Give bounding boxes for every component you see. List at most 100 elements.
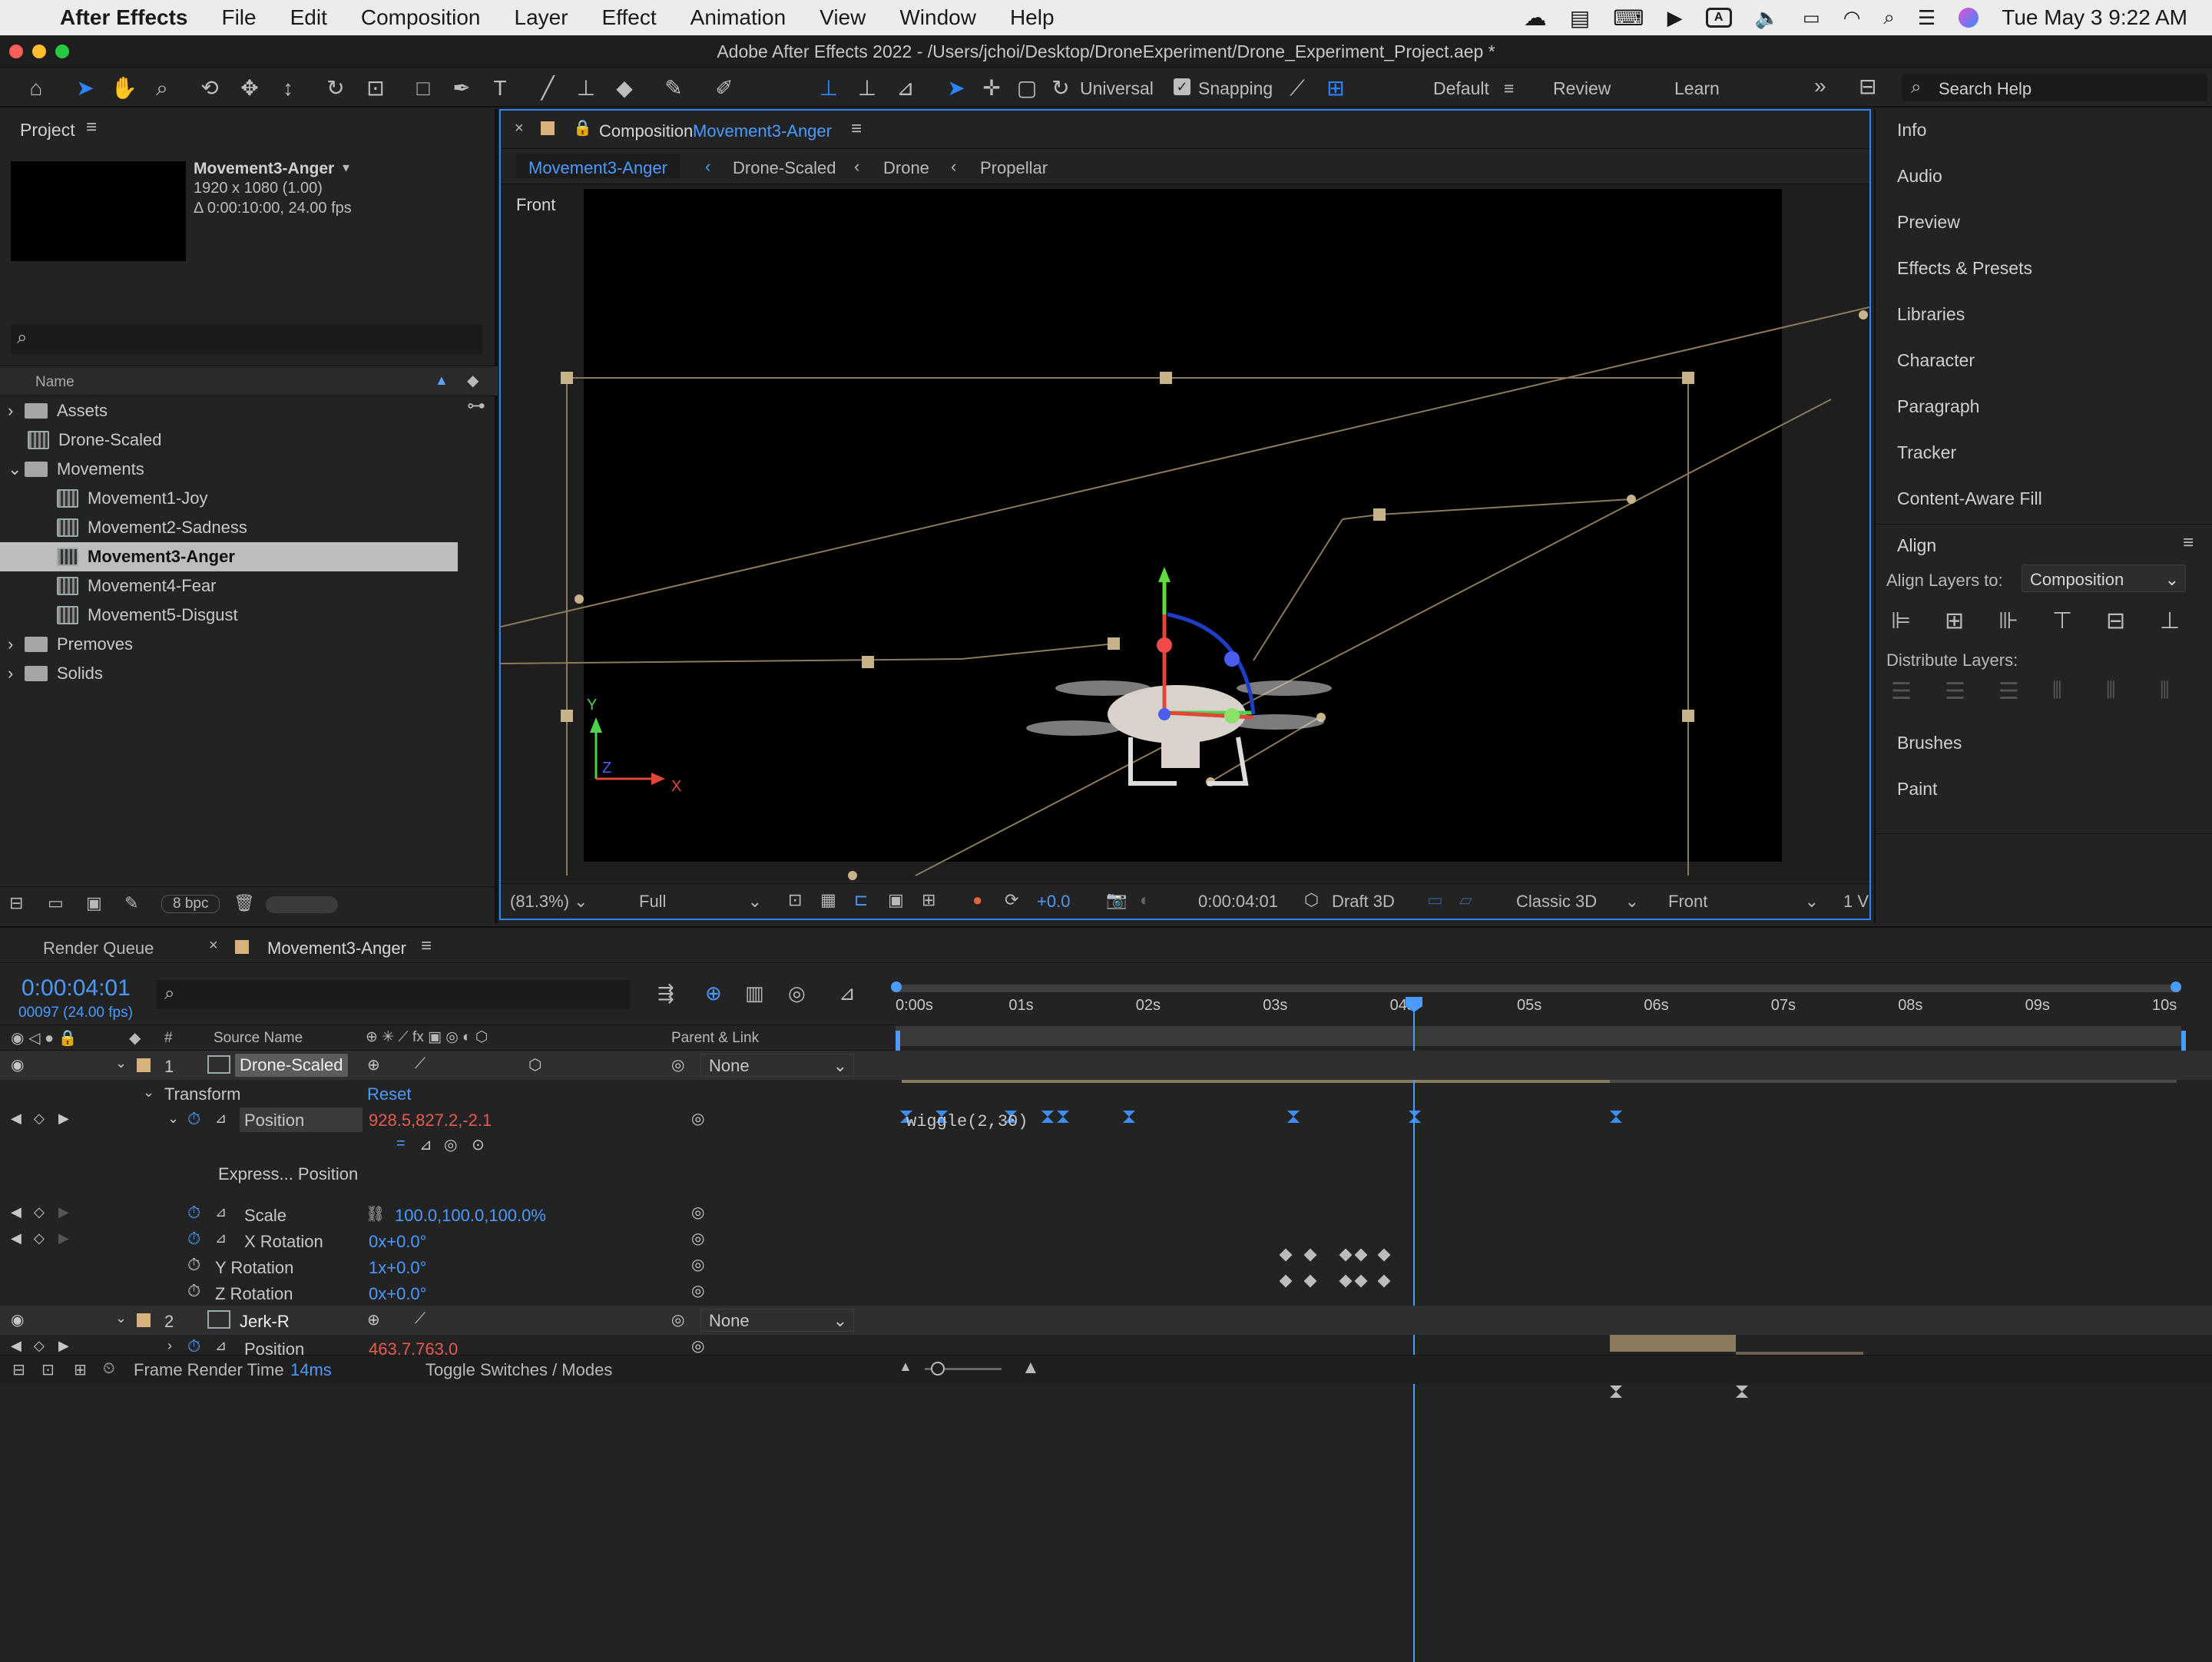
rectangle-tool-icon[interactable]: □ [410,75,436,101]
scale-value[interactable]: 100.0,100.0,100.0% [395,1206,546,1226]
workspace-default[interactable]: Default [1433,78,1489,99]
expand-position-icon[interactable]: › [167,1338,172,1354]
home-icon[interactable]: ⌂ [23,75,49,101]
current-time-display[interactable]: 0:00:04:01 [1198,892,1278,912]
x-rotation-value[interactable]: 0x+0.0° [369,1232,426,1252]
position-pickwhip-icon[interactable]: ◎ [691,1109,704,1128]
position2-keyframe[interactable] [1610,1386,1622,1398]
pan-camera-icon[interactable]: ✥ [237,75,263,101]
stopwatch-icon[interactable]: ⏱ [187,1203,200,1223]
menu-view[interactable]: View [820,5,866,30]
eraser-tool-icon[interactable]: ◆ [611,75,637,101]
zoom-tool-icon[interactable]: ⌕ [149,75,175,101]
project-item[interactable]: › Premoves [0,630,461,659]
selected-item-name[interactable]: Movement3-Anger [194,160,334,178]
name-column-label[interactable]: Name [35,374,75,391]
video-toggle-icon[interactable]: ◉ [11,1310,24,1329]
battery-icon[interactable]: ▭ [1803,7,1820,29]
snap-grid-icon[interactable]: ⊞ [1323,75,1349,101]
menu-edit[interactable]: Edit [290,5,327,30]
y-rotation-value[interactable]: 1x+0.0° [369,1258,426,1278]
menu-animation[interactable]: Animation [690,5,786,30]
new-composition-icon[interactable]: ▣ [86,893,102,913]
workspace-toggle-icon[interactable]: ⊟ [1859,74,1876,99]
transform-group-row[interactable]: ⌄ Transform Reset [0,1080,2212,1106]
graph-toggle-icon[interactable]: ⊿ [215,1230,227,1246]
roto-brush-icon[interactable]: ✎ [661,75,687,101]
panel-tracker[interactable]: Tracker [1897,442,1956,463]
bit-depth-button[interactable]: 8 bpc [161,895,220,913]
pen-tool-icon[interactable]: ✒ [449,75,475,101]
view-dropdown[interactable]: Front ⌄ [1668,892,1819,912]
transform-expand-icon[interactable]: ⌄ [143,1084,154,1101]
control-center-icon[interactable]: ☰ [1918,6,1936,30]
next-keyframe-icon[interactable]: ▶ [58,1204,69,1220]
project-search-input[interactable]: ⌕ [11,324,482,355]
position-label[interactable]: Position [240,1107,363,1132]
panel-character[interactable]: Character [1897,350,1975,371]
snapshot-icon[interactable]: 📷 [1106,890,1127,910]
snapping-checkbox[interactable]: ✓ [1174,78,1190,95]
align-right-icon[interactable]: ⊪ [1998,608,2018,634]
position2-keyframe[interactable] [1736,1386,1748,1398]
mask-visibility-icon[interactable]: ▣ [888,890,904,910]
scale-pickwhip-icon[interactable]: ◎ [691,1203,704,1222]
y-rotation-row[interactable]: ⏱ Y Rotation 1x+0.0° ◎ [0,1253,2212,1280]
reset-transform-button[interactable]: Reset [367,1084,411,1104]
tab-movement3-anger[interactable]: Movement3-Anger [267,939,406,958]
creative-cloud-icon[interactable]: ☁ [1524,5,1547,31]
next-keyframe-icon[interactable]: ▶ [58,1230,69,1246]
z-rotation-pickwhip-icon[interactable]: ◎ [691,1281,704,1300]
video-toggle-icon[interactable]: ◉ [11,1055,24,1074]
timeline-menu-icon[interactable]: ≡ [421,935,432,957]
keyboard-icon[interactable]: ⌨ [1613,5,1644,31]
z-rotation-value[interactable]: 0x+0.0° [369,1284,426,1304]
lock-icon[interactable]: 🔒 [573,118,592,137]
menu-file[interactable]: File [221,5,256,30]
stopwatch-icon[interactable]: ⏱ [187,1255,200,1275]
distribute-top-icon[interactable]: ☰ [1891,678,1912,705]
graph-toggle-icon[interactable]: ⊿ [215,1111,227,1127]
workspace-menu-icon[interactable]: ≡ [1504,78,1514,99]
world-axis-icon[interactable]: ⊥ [854,75,880,101]
composition-menu-icon[interactable]: ≡ [851,118,862,140]
project-settings-icon[interactable]: ✎ [124,893,138,913]
project-item[interactable]: Drone-Scaled [0,425,461,455]
switches-header-icons[interactable]: ⊕ ✳ ⟋ fx ▣ ◎ ◐ ⬡ [366,1028,488,1046]
project-item[interactable]: Movement3-Anger [0,542,458,571]
breadcrumb-item-movement3[interactable]: Movement3-Anger [516,154,680,178]
add-keyframe-icon[interactable]: ◇ [34,1230,45,1246]
collapse-position-icon[interactable]: ⌄ [167,1111,179,1127]
align-to-dropdown[interactable]: Composition ⌄ [2022,564,2186,592]
siri-icon[interactable] [1959,8,1979,28]
breadcrumb-item-drone[interactable]: Drone [883,158,929,178]
work-area-span[interactable] [896,1026,2181,1046]
align-horizontal-center-icon[interactable]: ⊞ [1945,608,1964,634]
project-item[interactable]: Movement1-Joy [0,484,461,513]
distribute-vcenter-icon[interactable]: ☰ [1945,678,1965,705]
parent-dropdown[interactable]: None ⌄ [700,1054,854,1077]
panel-info[interactable]: Info [1897,120,1926,141]
draft-3d-icon[interactable]: ⬡ [1304,890,1319,910]
align-panel-menu-icon[interactable]: ≡ [2183,532,2194,554]
layer-name[interactable]: Drone-Scaled [235,1054,348,1077]
align-bottom-icon[interactable]: ⊥ [2160,608,2180,634]
dolly-camera-icon[interactable]: ↕ [275,75,301,101]
collapse-transform-icon[interactable]: ⊕ [367,1310,380,1329]
menu-window[interactable]: Window [899,5,976,30]
close-tab-icon[interactable]: × [515,120,524,137]
renderer-dropdown[interactable]: Classic 3D ⌄ [1516,892,1639,912]
stopwatch-icon[interactable]: ⏱ [187,1109,200,1129]
next-keyframe-icon[interactable]: ▶ [58,1111,69,1127]
close-timeline-tab-icon[interactable]: × [209,937,218,955]
color-channels-icon[interactable]: ● [972,890,982,910]
stopwatch-icon[interactable]: ⏱ [187,1336,200,1356]
volume-icon[interactable]: 🔈 [1755,6,1780,30]
orbit-camera-icon[interactable]: ⟲ [197,75,223,101]
disclosure-triangle-icon[interactable]: › [8,401,25,421]
work-area-end-handle[interactable] [2171,982,2181,992]
quality-icon[interactable]: ⟋ [415,1055,426,1073]
draft-3d-label[interactable]: Draft 3D [1332,892,1395,912]
graph-editor-icon[interactable]: ⊿ [839,982,856,1005]
transparency-grid-icon[interactable]: ▦ [820,890,836,910]
